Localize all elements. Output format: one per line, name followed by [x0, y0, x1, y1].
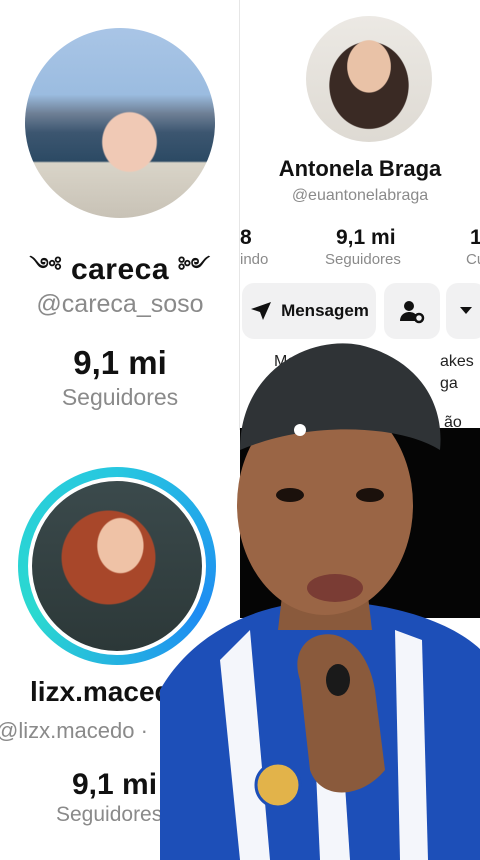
- followers-count-lizx[interactable]: 9,1 mi: [72, 768, 157, 802]
- followers-label-antonela[interactable]: Seguidores: [325, 251, 401, 268]
- followers-count-antonela[interactable]: 9,1 mi: [336, 226, 396, 250]
- profile-handle-careca: @careca_soso: [36, 290, 204, 318]
- avatar-antonela[interactable]: [306, 16, 432, 142]
- avatar-careca[interactable]: [25, 28, 215, 218]
- send-icon: [251, 302, 272, 320]
- user-gear-icon: [400, 301, 425, 324]
- followers-label-lizx[interactable]: Seguidores: [56, 803, 162, 827]
- likes-count[interactable]: 1: [470, 226, 480, 250]
- message-button-label: Mensagem: [281, 301, 369, 320]
- likes-label[interactable]: Cu: [466, 251, 480, 268]
- profile-name-antonela: Antonela Braga: [278, 156, 442, 181]
- following-count[interactable]: 8: [240, 226, 252, 250]
- chevron-down-icon: [460, 307, 472, 314]
- presenter-image: [160, 343, 480, 860]
- profile-handle-lizx: @lizx.macedo ·: [0, 718, 148, 743]
- profile-handle-antonela: @euantonelabraga: [291, 187, 429, 204]
- following-label[interactable]: indo: [240, 251, 268, 268]
